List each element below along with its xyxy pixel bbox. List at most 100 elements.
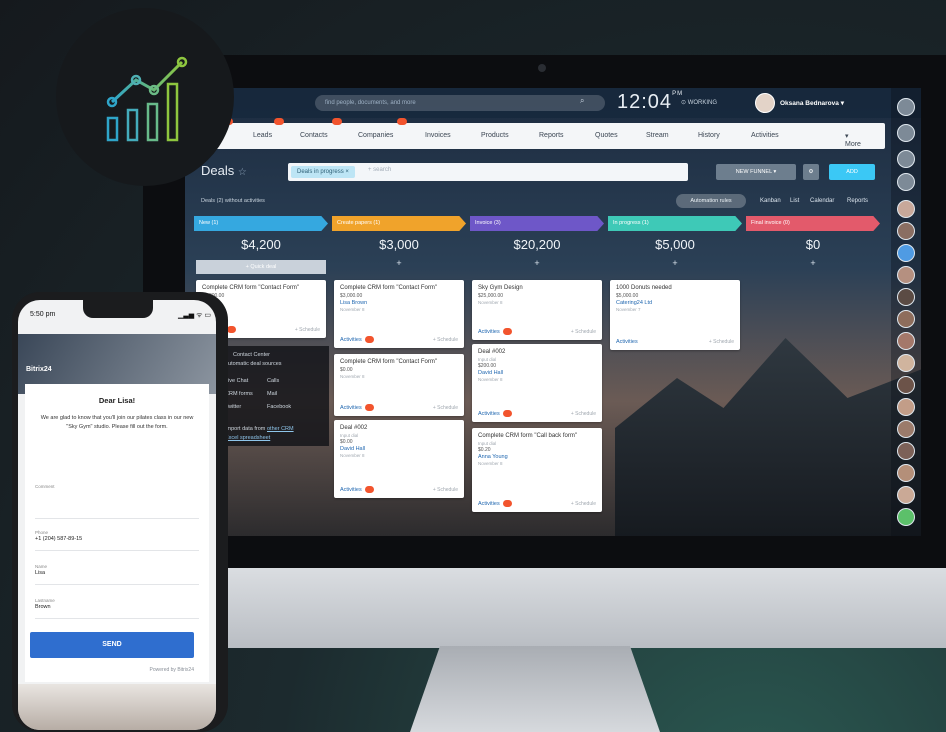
column-header[interactable]: New (1) xyxy=(194,216,328,231)
search-input[interactable]: find people, documents, and more xyxy=(315,95,605,111)
search-icon[interactable]: ⌕ xyxy=(580,96,584,106)
avatar[interactable] xyxy=(897,376,915,394)
deal-card[interactable]: Deal #002 Input dial $0.00 David Hall No… xyxy=(334,420,464,498)
deal-card[interactable]: Complete CRM form "Contact Form" $0.00 N… xyxy=(334,354,464,416)
deal-title[interactable]: Sky Gym Design xyxy=(478,285,596,291)
phone-call-icon[interactable] xyxy=(897,508,915,526)
avatar[interactable] xyxy=(897,332,915,350)
schedule-link[interactable]: + Schedule xyxy=(709,339,734,345)
activities-link[interactable]: Activities xyxy=(340,336,374,343)
add-deal-plus[interactable]: + xyxy=(470,258,604,268)
schedule-link[interactable]: + Schedule xyxy=(295,327,320,333)
overlay-mail[interactable]: Mail xyxy=(267,391,277,397)
nav-reports[interactable]: Reports xyxy=(539,132,564,139)
avatar[interactable] xyxy=(897,288,915,306)
deals-filter[interactable]: Deals in progress × + search xyxy=(288,163,688,181)
overlay-live-chat[interactable]: Live Chat xyxy=(225,378,248,384)
schedule-link[interactable]: + Schedule xyxy=(433,487,458,493)
deal-contact[interactable]: David Hall xyxy=(340,446,458,452)
nav-products[interactable]: Products xyxy=(481,132,509,139)
notifications-icon[interactable] xyxy=(897,124,915,142)
deal-card[interactable]: 1000 Donuts needed $5,000.00 Catering24 … xyxy=(610,280,740,350)
help-icon[interactable] xyxy=(897,150,915,168)
deal-contact[interactable]: Anna Young xyxy=(478,454,596,460)
deal-contact[interactable]: David Hall xyxy=(478,370,596,376)
phone-field[interactable]: Phone +1 (204) 587-89-15 xyxy=(35,530,199,551)
deal-title[interactable]: Deal #002 xyxy=(340,425,458,431)
new-funnel-button[interactable]: NEW FUNNEL ▾ xyxy=(716,164,796,180)
activities-link[interactable]: Activities xyxy=(340,486,374,493)
nav-more[interactable]: More ▾ xyxy=(845,132,861,148)
quick-deal-button[interactable]: + Quick deal xyxy=(196,260,326,274)
view-reports[interactable]: Reports xyxy=(847,198,868,204)
schedule-link[interactable]: + Schedule xyxy=(571,501,596,507)
nav-invoices[interactable]: Invoices xyxy=(425,132,451,139)
notifications-icon[interactable] xyxy=(897,98,915,116)
activities-link[interactable]: Activities xyxy=(478,500,512,507)
settings-gear-icon[interactable]: ⚙ xyxy=(803,164,819,180)
nav-companies[interactable]: Companies xyxy=(358,132,393,139)
deal-title[interactable]: Complete CRM form "Contact Form" xyxy=(340,285,458,291)
nav-stream[interactable]: Stream xyxy=(646,132,669,139)
deal-title[interactable]: Deal #002 xyxy=(478,349,596,355)
view-kanban[interactable]: Kanban xyxy=(760,198,781,204)
schedule-link[interactable]: + Schedule xyxy=(571,411,596,417)
avatar[interactable] xyxy=(897,354,915,372)
avatar[interactable] xyxy=(897,398,915,416)
user-name[interactable]: Oksana Bednarova ▾ xyxy=(780,99,844,107)
filter-search[interactable]: + search xyxy=(368,167,391,173)
add-button[interactable]: ADD xyxy=(829,164,875,180)
schedule-link[interactable]: + Schedule xyxy=(571,329,596,335)
deal-card[interactable]: Deal #002 Input dial $200.00 David Hall … xyxy=(472,344,602,422)
nav-leads[interactable]: Leads xyxy=(253,132,272,139)
automation-rules-button[interactable]: Automation rules xyxy=(676,194,746,208)
column-header[interactable]: In progress (1) xyxy=(608,216,742,231)
user-avatar[interactable] xyxy=(755,93,775,113)
avatar[interactable] xyxy=(897,442,915,460)
deal-title[interactable]: Complete CRM form "Contact Form" xyxy=(202,285,320,291)
overlay-crm-forms[interactable]: CRM forms xyxy=(225,391,253,397)
deal-title[interactable]: Complete CRM form "Contact Form" xyxy=(340,359,458,365)
lastname-field[interactable]: Lastname Brown xyxy=(35,598,199,619)
deals-without-activities[interactable]: Deals (2) without activities xyxy=(201,198,265,204)
view-list[interactable]: List xyxy=(790,198,799,204)
overlay-link-crm[interactable]: other CRM xyxy=(267,426,294,432)
deal-card[interactable]: Complete CRM form "Call back form" Input… xyxy=(472,428,602,512)
add-deal-plus[interactable]: + xyxy=(746,258,880,268)
column-header[interactable]: Create papers (1) xyxy=(332,216,466,231)
overlay-facebook[interactable]: Facebook xyxy=(267,404,291,410)
avatar[interactable] xyxy=(897,486,915,504)
name-field[interactable]: Name Lisa xyxy=(35,564,199,585)
activities-link[interactable]: Activities xyxy=(616,339,638,345)
column-header[interactable]: Invoice (3) xyxy=(470,216,604,231)
work-status[interactable]: ⊙ WORKING xyxy=(681,99,717,106)
avatar[interactable] xyxy=(897,420,915,438)
send-button[interactable]: SEND xyxy=(30,632,194,658)
nav-activities[interactable]: Activities xyxy=(751,132,779,139)
avatar[interactable] xyxy=(897,222,915,240)
avatar[interactable] xyxy=(897,244,915,262)
activities-link[interactable]: Activities xyxy=(340,404,374,411)
avatar[interactable] xyxy=(897,310,915,328)
deal-card[interactable]: Sky Gym Design $25,000.00 November 8 Act… xyxy=(472,280,602,340)
overlay-link-excel[interactable]: Excel spreadsheet xyxy=(225,435,270,441)
deal-title[interactable]: 1000 Donuts needed xyxy=(616,285,734,291)
add-deal-plus[interactable]: + xyxy=(332,258,466,268)
view-calendar[interactable]: Calendar xyxy=(810,198,834,204)
deal-contact[interactable]: Lisa Brown xyxy=(340,300,458,306)
activities-link[interactable]: Activities xyxy=(478,328,512,335)
overlay-calls[interactable]: Calls xyxy=(267,378,279,384)
deal-contact[interactable]: Catering24 Ltd xyxy=(616,300,734,306)
filter-chip[interactable]: Deals in progress × xyxy=(291,166,355,178)
avatar[interactable] xyxy=(897,464,915,482)
search-icon[interactable] xyxy=(897,173,915,191)
nav-quotes[interactable]: Quotes xyxy=(595,132,618,139)
avatar[interactable] xyxy=(897,200,915,218)
deal-title[interactable]: Complete CRM form "Call back form" xyxy=(478,433,596,439)
deal-card[interactable]: Complete CRM form "Contact Form" $3,000.… xyxy=(334,280,464,348)
add-deal-plus[interactable]: + xyxy=(608,258,742,268)
column-header[interactable]: Final invoice (0) xyxy=(746,216,880,231)
nav-contacts[interactable]: Contacts xyxy=(300,132,328,139)
comment-field[interactable]: Comment xyxy=(35,484,199,519)
schedule-link[interactable]: + Schedule xyxy=(433,405,458,411)
